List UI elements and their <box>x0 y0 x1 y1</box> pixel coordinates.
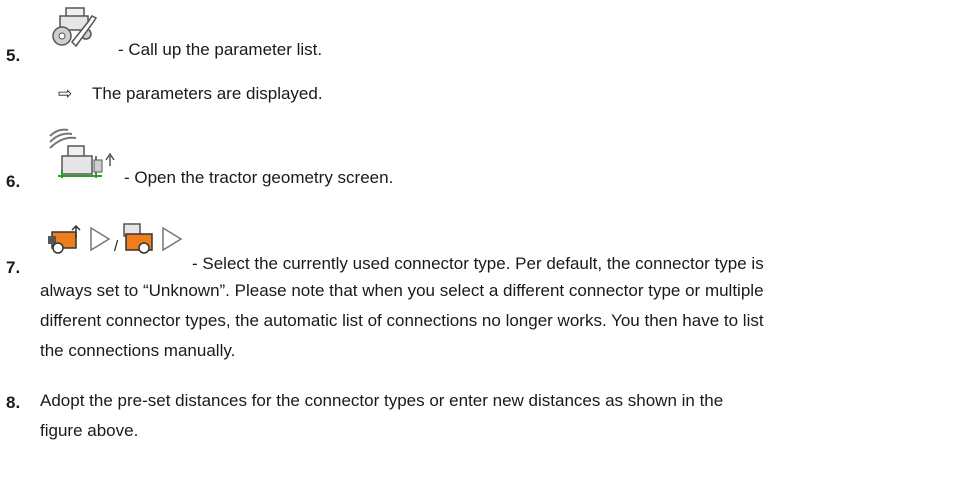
step-text: Adopt the pre-set distances for the conn… <box>40 386 975 446</box>
play-triangle-icon <box>90 226 111 252</box>
tractor-wrench-icon <box>52 7 98 48</box>
step-text: - Open the tractor geometry screen. <box>124 168 394 187</box>
separator: / <box>114 238 119 255</box>
result-text: The parameters are displayed. <box>92 84 323 103</box>
step-text: - Select the currently used connector ty… <box>192 254 764 273</box>
text-line: Adopt the pre-set distances for the conn… <box>40 391 724 410</box>
step-text: - Call up the parameter list. <box>118 40 323 59</box>
text-line: the connections manually. <box>40 341 236 360</box>
step-number: 8. <box>6 393 21 412</box>
connector-rear-icon <box>123 223 153 254</box>
step-number: 5. <box>6 46 21 65</box>
step-number: 7. <box>6 258 21 277</box>
text-line: figure above. <box>40 421 139 440</box>
connector-front-icon <box>48 224 81 254</box>
step-number: 6. <box>6 172 21 191</box>
text-line: always set to “Unknown”. Please note tha… <box>40 281 764 300</box>
result-arrow-icon: ⇨ <box>58 84 73 103</box>
tractor-geometry-icon <box>49 128 115 178</box>
text-line: different connector types, the automatic… <box>40 311 764 330</box>
step-text-continued: always set to “Unknown”. Please note tha… <box>40 276 975 366</box>
play-triangle-icon <box>162 226 183 252</box>
